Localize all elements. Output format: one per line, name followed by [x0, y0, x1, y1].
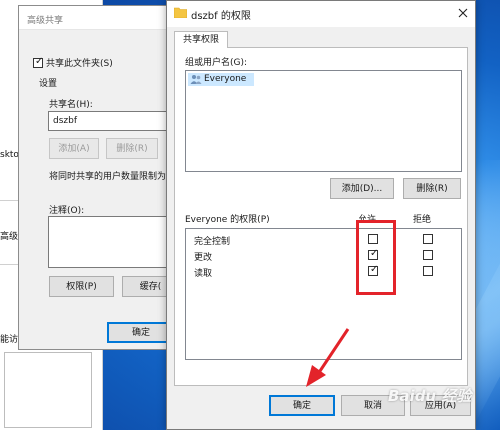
- add-share-button[interactable]: 添加(A): [49, 138, 99, 159]
- permissions-title: dszbf 的权限: [191, 11, 251, 22]
- permissions-header-label: Everyone 的权限(P): [185, 215, 270, 225]
- window-text-fragment: 高级: [0, 232, 19, 242]
- permissions-button[interactable]: 权限(P): [49, 276, 114, 297]
- list-item-everyone[interactable]: Everyone: [188, 73, 254, 86]
- permission-name: 更改: [194, 253, 213, 263]
- change-deny-checkbox[interactable]: [423, 250, 433, 260]
- settings-group-label: 设置: [39, 79, 58, 89]
- permissions-ok-button[interactable]: 确定: [269, 395, 335, 416]
- permissions-titlebar[interactable]: dszbf 的权限: [167, 1, 475, 27]
- deny-column-header: 拒绝: [413, 215, 432, 225]
- comment-textarea[interactable]: [48, 216, 179, 268]
- share-name-value: dszbf: [53, 116, 78, 126]
- close-icon[interactable]: [458, 8, 468, 18]
- comment-label: 注释(O):: [49, 206, 85, 216]
- divider: [0, 264, 18, 265]
- window-text-fragment: 能访: [0, 335, 19, 345]
- share-folder-checkbox[interactable]: [33, 56, 43, 68]
- advanced-ok-button[interactable]: 确定: [107, 322, 175, 343]
- window-panel: [4, 352, 92, 428]
- folder-icon: [174, 7, 187, 18]
- remove-user-button[interactable]: 删除(R): [403, 178, 461, 199]
- users-icon: [190, 75, 202, 84]
- permission-name: 完全控制: [194, 237, 231, 247]
- divider: [0, 200, 18, 201]
- advanced-sharing-titlebar[interactable]: 高级共享: [19, 6, 179, 30]
- share-name-input[interactable]: dszbf: [48, 111, 179, 131]
- share-name-label: 共享名(H):: [49, 100, 93, 110]
- allow-column-highlight: [356, 220, 396, 295]
- remove-share-button[interactable]: 删除(R): [106, 138, 158, 159]
- read-deny-checkbox[interactable]: [423, 266, 433, 276]
- advanced-sharing-dialog: 高级共享 共享此文件夹(S) 设置 共享名(H): dszbf 添加(A) 删除…: [18, 5, 179, 350]
- red-arrow-icon: [306, 328, 350, 387]
- user-name: Everyone: [204, 74, 247, 84]
- share-folder-label: 共享此文件夹(S): [46, 59, 113, 69]
- user-listbox[interactable]: Everyone: [185, 70, 462, 172]
- permission-name: 读取: [194, 269, 213, 279]
- user-limit-label: 将同时共享的用户数量限制为(: [49, 172, 170, 182]
- add-user-button[interactable]: 添加(D)...: [330, 178, 394, 199]
- tab-share-permissions[interactable]: 共享权限: [174, 31, 228, 48]
- watermark-logo: Baidu 经验: [388, 387, 472, 405]
- full-control-deny-checkbox[interactable]: [423, 234, 433, 244]
- group-user-label: 组或用户名(G):: [185, 58, 248, 68]
- advanced-sharing-title: 高级共享: [27, 16, 64, 26]
